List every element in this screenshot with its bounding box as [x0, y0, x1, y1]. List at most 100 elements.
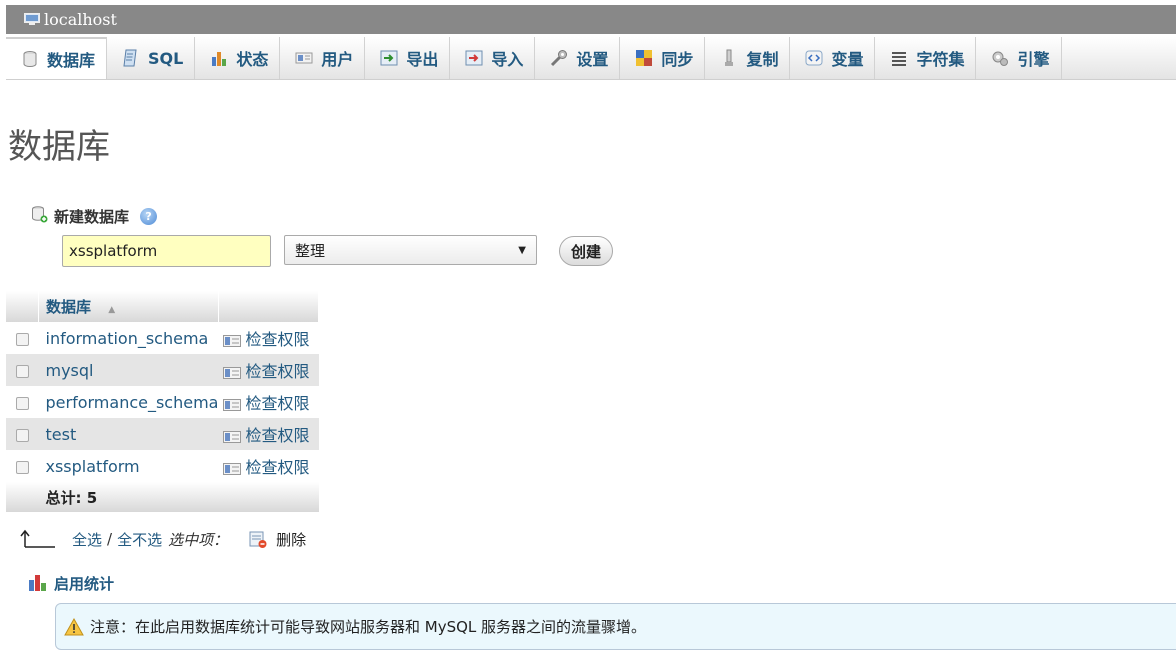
collation-selected: 整理 — [295, 241, 326, 260]
sync-icon — [635, 49, 653, 67]
tab-status[interactable]: 状态 — [195, 37, 281, 79]
tab-label: 导出 — [406, 50, 439, 69]
arrow-up-left-icon — [20, 529, 55, 548]
variables-icon — [805, 49, 823, 67]
database-name-input[interactable] — [62, 235, 271, 267]
tab-databases[interactable]: 数据库 — [6, 37, 108, 79]
check-privileges-link[interactable]: 检查权限 — [218, 450, 319, 482]
charset-icon — [890, 49, 908, 67]
create-button[interactable]: 创建 — [559, 236, 613, 266]
notice-box: 注意：在此启用数据库统计可能导致网站服务器和 MySQL 服务器之间的流量骤增。 — [55, 603, 1176, 650]
database-icon — [21, 50, 39, 68]
add-database-icon — [30, 205, 48, 227]
main-menu-tabs: 数据库 SQL 状态 用户 导出 导入 设置 同步 复制 变量 字符集 引擎 — [6, 37, 1176, 80]
action-column-header — [218, 291, 320, 322]
sql-icon — [122, 49, 140, 67]
check-privileges-label: 检查权限 — [245, 362, 310, 381]
select-column-header — [6, 291, 39, 322]
check-privileges-label: 检查权限 — [245, 458, 310, 477]
tab-import[interactable]: 导入 — [450, 37, 536, 79]
table-row: xssplatform 检查权限 — [6, 450, 319, 482]
table-row: performance_schema 检查权限 — [6, 386, 319, 418]
tab-variables[interactable]: 变量 — [790, 37, 876, 79]
privileges-icon — [223, 462, 242, 475]
check-privileges-link[interactable]: 检查权限 — [218, 386, 319, 418]
row-checkbox[interactable] — [15, 428, 29, 442]
export-icon — [380, 49, 398, 67]
database-column-header[interactable]: 数据库 ▲ — [38, 291, 219, 322]
enable-statistics-label: 启用统计 — [54, 574, 115, 593]
users-icon — [295, 49, 313, 67]
tab-settings[interactable]: 设置 — [535, 37, 621, 79]
privileges-icon — [223, 366, 242, 379]
privileges-icon — [223, 398, 242, 411]
tab-label: 数据库 — [47, 51, 96, 70]
replication-icon — [720, 49, 738, 67]
help-icon[interactable]: ? — [140, 207, 158, 225]
enable-statistics-link[interactable]: 启用统计 — [28, 571, 114, 595]
tab-sync[interactable]: 同步 — [620, 37, 706, 79]
table-row: test 检查权限 — [6, 418, 319, 450]
table-row: information_schema 检查权限 — [6, 322, 319, 354]
tab-label: 引擎 — [1017, 50, 1050, 69]
engine-icon — [991, 49, 1009, 67]
tab-label: 用户 — [321, 50, 354, 69]
collation-select[interactable]: 整理 ▼ — [284, 235, 537, 265]
tab-label: 复制 — [746, 50, 779, 69]
privileges-icon — [223, 430, 242, 443]
tab-label: 同步 — [661, 50, 694, 69]
check-privileges-label: 检查权限 — [245, 330, 310, 349]
warning-icon — [64, 617, 84, 635]
with-selected-label: 选中项： — [168, 530, 229, 549]
delete-button[interactable]: 删除 — [276, 529, 306, 550]
select-all-link[interactable]: 全选 — [72, 529, 102, 550]
total-row: 总计: 5 — [6, 482, 319, 512]
settings-icon — [550, 49, 568, 67]
chart-icon — [29, 575, 46, 591]
check-privileges-label: 检查权限 — [245, 394, 310, 413]
page-title: 数据库 — [8, 127, 110, 167]
status-icon — [210, 49, 228, 67]
database-link[interactable]: xssplatform — [38, 450, 219, 482]
server-breadcrumb[interactable]: localhost — [6, 5, 1176, 34]
tab-export[interactable]: 导出 — [365, 37, 451, 79]
row-checkbox[interactable] — [15, 364, 29, 378]
tab-engines[interactable]: 引擎 — [976, 37, 1062, 79]
tab-label: 字符集 — [916, 50, 965, 69]
import-icon — [465, 49, 483, 67]
tab-label: SQL — [148, 48, 184, 68]
check-privileges-link[interactable]: 检查权限 — [218, 354, 319, 386]
database-link[interactable]: performance_schema — [38, 386, 219, 418]
sort-ascending-icon: ▲ — [108, 305, 116, 315]
check-privileges-link[interactable]: 检查权限 — [218, 322, 319, 354]
row-checkbox[interactable] — [15, 396, 29, 410]
database-link[interactable]: mysql — [38, 354, 219, 386]
tab-label: 状态 — [236, 50, 269, 69]
create-database-header: 新建数据库 ? — [30, 203, 158, 229]
database-link[interactable]: test — [38, 418, 219, 450]
server-icon — [24, 13, 40, 26]
delete-icon[interactable] — [248, 529, 268, 549]
table-row: mysql 检查权限 — [6, 354, 319, 386]
total-count: 总计: 5 — [38, 482, 219, 512]
tab-label: 变量 — [831, 50, 864, 69]
check-privileges-label: 检查权限 — [245, 426, 310, 445]
tab-users[interactable]: 用户 — [280, 37, 366, 79]
tab-charsets[interactable]: 字符集 — [875, 37, 977, 79]
separator: / — [107, 530, 113, 548]
row-checkbox[interactable] — [15, 460, 29, 474]
notice-text: 注意：在此启用数据库统计可能导致网站服务器和 MySQL 服务器之间的流量骤增。 — [90, 618, 647, 636]
tab-replication[interactable]: 复制 — [705, 37, 791, 79]
tab-label: 设置 — [576, 50, 609, 69]
server-title: localhost — [44, 10, 117, 29]
row-checkbox[interactable] — [15, 332, 29, 346]
column-header-label: 数据库 — [46, 298, 92, 316]
check-privileges-link[interactable]: 检查权限 — [218, 418, 319, 450]
dropdown-arrow-icon: ▼ — [518, 244, 526, 256]
database-link[interactable]: information_schema — [38, 322, 219, 354]
tab-sql[interactable]: SQL — [107, 37, 196, 79]
create-database-label: 新建数据库 — [54, 207, 130, 226]
bulk-actions: 全选 / 全不选 选中项： 删除 — [20, 526, 306, 552]
privileges-icon — [223, 334, 242, 347]
deselect-all-link[interactable]: 全不选 — [117, 529, 162, 550]
